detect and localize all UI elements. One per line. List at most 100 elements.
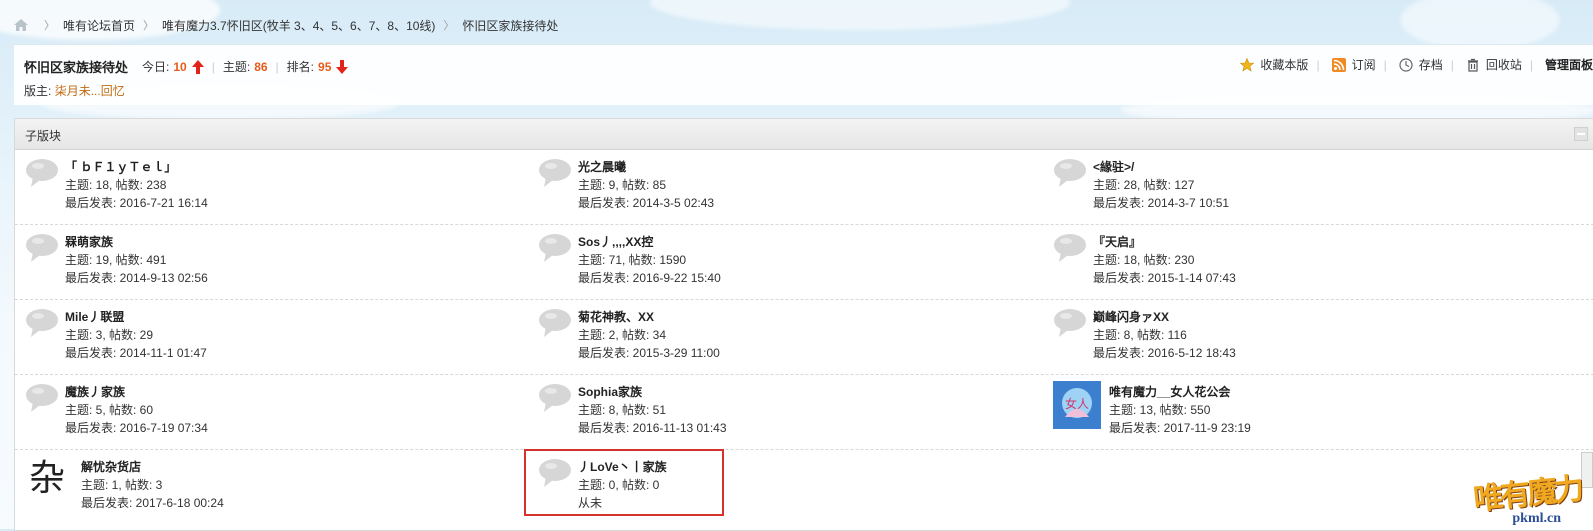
today-count: 10 [173,59,187,74]
speech-bubble-icon [538,308,572,338]
subforum-info: Sos丿,,,,XX控主题: 71, 帖数: 1590 最后发表: 2016-9-… [578,233,721,287]
subforum-info: <緣驻>/ 主题: 28, 帖数: 127 最后发表: 2014-3-7 10:51 [1093,158,1229,212]
subforum-stats: 主题: 5, 帖数: 60 [65,403,154,417]
subforum-stats: 主题: 71, 帖数: 1590 [578,253,687,267]
trash-icon [1466,58,1480,72]
speech-bubble-icon [25,383,59,413]
subforum-last-post[interactable]: 最后发表: 2014-11-1 01:47 [65,344,207,362]
moderator-label: 版主: [24,84,52,98]
subforum-panel-title: 子版块 [25,129,62,143]
subforum-info: 『天启』主题: 18, 帖数: 230 最后发表: 2015-1-14 07:43 [1093,233,1236,287]
subscribe-button[interactable]: 订阅 [1331,56,1376,73]
subforum-stats: 主题: 0, 帖数: 0 [578,478,660,492]
forum-actions: 收藏本版 | 订阅 | 存档 | 回收站 | 管理面板 [1236,56,1593,73]
subforum-stats: 主题: 1, 帖数: 3 [81,478,163,492]
svg-text:女人: 女人 [1065,396,1089,411]
breadcrumb-current-link[interactable]: 怀旧区家族接待处 [462,17,558,34]
breadcrumb-category-link[interactable]: 唯有魔力3.7怀旧区(牧羊 3、4、5、6、7、8、10线) [162,17,435,34]
subscribe-label: 订阅 [1351,58,1376,72]
subforum-last-post[interactable]: 最后发表: 2016-7-21 16:14 [65,194,208,212]
subforum-info: 丿LoVe丶丨家族 主题: 0, 帖数: 0 从未 [578,458,667,512]
subforum-stats: 主题: 3, 帖数: 29 [65,328,154,342]
subforum-last-post[interactable]: 最后发表: 2016-5-12 18:43 [1093,344,1236,362]
subforum-row: 「 ｂＦ１ｙＴｅｌ」 主题: 18, 帖数: 238 最后发表: 2016-7-21… [15,150,1593,225]
arrow-down-icon [336,59,349,74]
manage-panel-button[interactable]: 管理面板 [1545,56,1593,73]
subforum-name-link[interactable]: 光之晨曦 [578,160,626,174]
subforum-name-link[interactable]: 魔族丿家族 [65,385,125,399]
rank-value: 95 [318,59,332,74]
archive-label: 存档 [1418,58,1443,72]
subforum-last-post[interactable]: 从未 [578,494,667,512]
speech-bubble-icon [538,458,572,488]
guild-image-icon: 女人 [1053,381,1101,429]
subforum-panel-header: 子版块 [15,119,1593,150]
subforum-name-link[interactable]: Mile丿联盟 [65,310,124,324]
rss-icon [1331,57,1346,72]
topics-label: 主题: [222,60,251,74]
manage-panel-label: 管理面板 [1544,58,1593,72]
subforum-name-link[interactable]: 巅峰闪身ァXX [1093,310,1169,324]
subforum-last-post[interactable]: 最后发表: 2015-3-29 11:00 [578,344,720,362]
collapse-icon[interactable] [1574,127,1588,141]
subforum-last-post[interactable]: 最后发表: 2017-11-9 23:19 [1109,419,1251,437]
topics-count: 86 [254,59,268,74]
subforum-last-post[interactable]: 最后发表: 2016-7-19 07:34 [65,419,208,437]
subforum-name-link[interactable]: <緣驻>/ [1093,160,1134,174]
recycle-bin-button[interactable]: 回收站 [1466,56,1522,73]
subforum-name-link[interactable]: 唯有魔力__女人花公会 [1109,385,1230,399]
forum-header: 怀旧区家族接待处 今日: 10 | 主题: 86 | 排名: 95 版主: 柒月… [14,44,1593,105]
subforum-name-link[interactable]: Sos丿,,,,XX控 [578,235,653,249]
forum-title: 怀旧区家族接待处 [24,60,129,75]
subforum-stats: 主题: 28, 帖数: 127 [1093,178,1195,192]
subforum-name-link[interactable]: 菊花神教、XX [578,310,654,324]
subforum-name-link[interactable]: 「 ｂＦ１ｙＴｅｌ」 [65,160,176,174]
star-icon [1240,57,1255,72]
subforum-info: Mile丿联盟主题: 3, 帖数: 29 最后发表: 2014-11-1 01:4… [65,308,207,362]
divider: | [211,59,215,74]
subforum-last-post[interactable]: 最后发表: 2014-9-13 02:56 [65,269,208,287]
speech-bubble-icon [1053,158,1087,188]
moderator-link[interactable]: 柒月未...回忆 [55,84,125,98]
subforum-last-post[interactable]: 最后发表: 2016-9-22 15:40 [578,269,721,287]
subforum-name-link[interactable]: Sophia家族 [578,385,642,399]
za-character-icon: 杂 [29,458,66,499]
clock-icon [1399,57,1413,72]
divider: | [1450,57,1454,72]
subforum-info: 槑萌家族主题: 19, 帖数: 491 最后发表: 2014-9-13 02:56 [65,233,208,287]
subforum-stats: 主题: 8, 帖数: 51 [578,403,667,417]
speech-bubble-icon [25,308,59,338]
subforum-last-post[interactable]: 最后发表: 2014-3-5 02:43 [578,194,714,212]
favorite-label: 收藏本版 [1260,58,1309,72]
favorite-button[interactable]: 收藏本版 [1240,56,1308,73]
subforum-info: Sophia家族主题: 8, 帖数: 51 最后发表: 2016-11-13 01… [578,383,727,437]
subforum-last-post[interactable]: 最后发表: 2014-3-7 10:51 [1093,194,1229,212]
subforum-last-post[interactable]: 最后发表: 2015-1-14 07:43 [1093,269,1236,287]
subforum-stats: 主题: 18, 帖数: 230 [1093,253,1195,267]
speech-bubble-icon [538,158,572,188]
home-icon[interactable] [14,19,28,31]
subforum-stats: 主题: 8, 帖数: 116 [1093,328,1187,342]
subforum-name-link[interactable]: 槑萌家族 [65,235,113,249]
recycle-bin-label: 回收站 [1485,58,1522,72]
subforum-panel: 子版块 「 ｂＦ１ｙＴｅｌ」 主题: 18, 帖数: 238 最后发表: 2016-… [14,118,1593,531]
subforum-name-link[interactable]: 解忧杂货店 [81,460,141,474]
divider: | [1529,57,1533,72]
subforum-stats: 主题: 9, 帖数: 85 [578,178,667,192]
subforum-row: Mile丿联盟主题: 3, 帖数: 29 最后发表: 2014-11-1 01:4… [15,300,1593,375]
breadcrumb-home-link[interactable]: 唯有论坛首页 [63,17,135,34]
chevron-right-icon: 〉 [143,20,155,32]
site-logo-url: pkml.cn [1512,511,1561,526]
subforum-name-link[interactable]: 丿LoVe丶丨家族 [578,460,667,474]
divider: | [1316,57,1320,72]
chevron-right-icon: 〉 [443,20,455,32]
archive-button[interactable]: 存档 [1399,56,1443,73]
subforum-stats: 主题: 19, 帖数: 491 [65,253,167,267]
subforum-info: 「 ｂＦ１ｙＴｅｌ」 主题: 18, 帖数: 238 最后发表: 2016-7-21… [65,158,208,212]
subforum-last-post[interactable]: 最后发表: 2017-6-18 00:24 [81,494,224,512]
subforum-info: 唯有魔力__女人花公会 主题: 13, 帖数: 550 最后发表: 2017-11-… [1109,383,1251,437]
subforum-last-post[interactable]: 最后发表: 2016-11-13 01:43 [578,419,727,437]
subforum-name-link[interactable]: 『天启』 [1093,235,1141,249]
breadcrumb: 〉 唯有论坛首页 〉 唯有魔力3.7怀旧区(牧羊 3、4、5、6、7、8、10线… [0,8,1593,42]
subforum-info: 菊花神教、XX 主题: 2, 帖数: 34 最后发表: 2015-3-29 11:0… [578,308,720,362]
